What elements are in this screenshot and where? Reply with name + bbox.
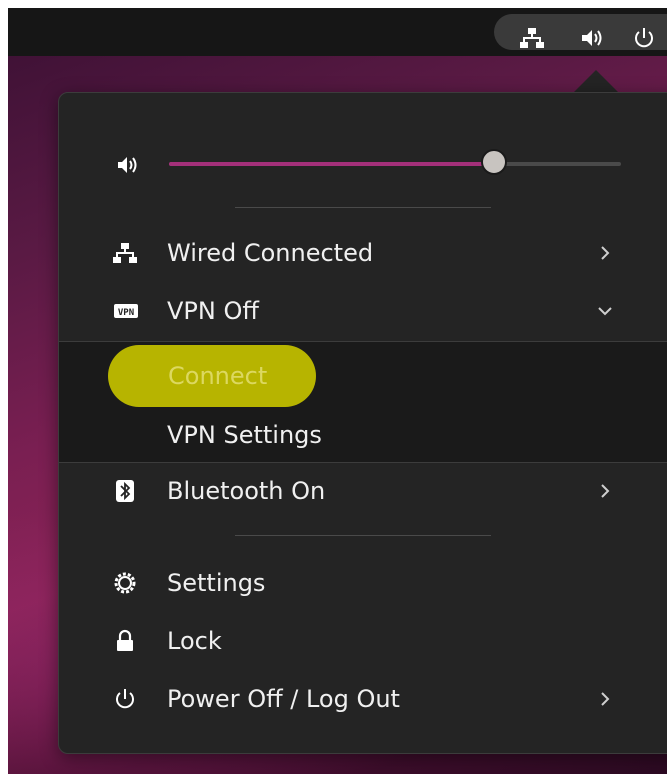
svg-text:VPN: VPN xyxy=(118,308,134,318)
vpn-settings-item[interactable]: VPN Settings xyxy=(167,412,322,458)
menu-item-wired[interactable]: Wired Connected xyxy=(59,227,667,279)
menu-item-label: Power Off / Log Out xyxy=(167,685,400,713)
volume-slider[interactable] xyxy=(169,149,621,179)
desktop: Wired Connected VPN VPN Off Connect VPN … xyxy=(8,8,667,774)
system-menu: Wired Connected VPN VPN Off Connect VPN … xyxy=(58,92,667,754)
separator xyxy=(235,207,491,208)
vpn-connect-button[interactable]: Connect xyxy=(108,345,316,407)
menu-item-label: Settings xyxy=(167,569,266,597)
menu-item-label: Wired Connected xyxy=(167,239,374,267)
menu-item-label: Lock xyxy=(167,627,222,655)
speaker-icon xyxy=(580,26,604,50)
system-indicators[interactable] xyxy=(494,14,667,50)
menu-item-bluetooth[interactable]: Bluetooth On xyxy=(59,465,667,517)
vpn-submenu: Connect VPN Settings xyxy=(59,341,667,463)
menu-item-settings[interactable]: Settings xyxy=(59,557,667,609)
power-icon xyxy=(632,26,656,50)
speaker-icon xyxy=(117,155,141,175)
menu-item-label: Bluetooth On xyxy=(167,477,326,505)
menu-pointer-arrow xyxy=(574,70,618,92)
chevron-right-icon xyxy=(595,689,615,709)
network-wired-icon xyxy=(113,241,139,265)
vpn-connect-label: Connect xyxy=(168,362,268,390)
network-wired-icon xyxy=(520,26,544,50)
power-icon xyxy=(113,687,139,711)
top-bar xyxy=(8,8,667,56)
lock-icon xyxy=(113,629,139,653)
chevron-down-icon xyxy=(595,301,615,321)
vpn-icon: VPN xyxy=(113,299,139,323)
chevron-right-icon xyxy=(595,243,615,263)
menu-item-label: VPN Off xyxy=(167,297,259,325)
menu-item-vpn[interactable]: VPN VPN Off xyxy=(59,285,667,337)
chevron-right-icon xyxy=(595,481,615,501)
volume-slider-handle[interactable] xyxy=(481,149,507,175)
settings-gear-icon xyxy=(113,571,139,595)
separator xyxy=(235,535,491,536)
bluetooth-icon xyxy=(113,479,139,503)
menu-item-lock[interactable]: Lock xyxy=(59,615,667,667)
volume-slider-fill xyxy=(169,162,494,166)
menu-item-power[interactable]: Power Off / Log Out xyxy=(59,673,667,725)
